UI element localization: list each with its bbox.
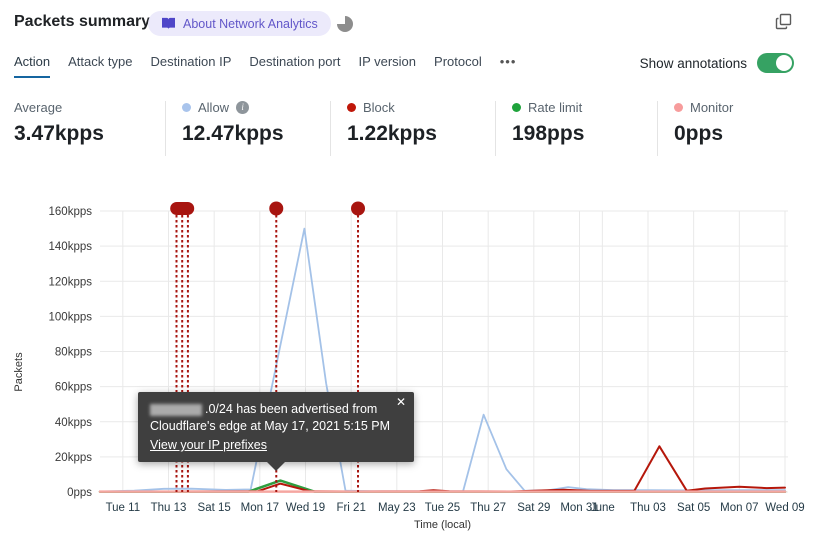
info-icon[interactable]: i — [236, 100, 250, 114]
legend-dot — [512, 102, 521, 112]
stat-separator — [657, 101, 658, 156]
x-tick-label: Wed 09 — [765, 502, 804, 514]
y-tick-label: 160kpps — [49, 206, 93, 218]
page-title: Packets summary — [14, 13, 151, 30]
legend-dot — [182, 102, 191, 112]
y-tick-label: 100kpps — [49, 311, 93, 323]
stats-row: Average 3.47kpps Allow i 12.47kpps Block 1.22k… — [0, 99, 816, 161]
show-annotations-toggle[interactable] — [757, 53, 794, 73]
legend-dot — [347, 102, 356, 112]
toggle-knob — [776, 55, 792, 71]
x-tick-label: Tue 11 — [106, 502, 141, 514]
packets-summary-page: Packets summary About Network Analytics … — [0, 0, 816, 545]
stat-separator — [330, 101, 331, 156]
y-tick-label: 80kpps — [55, 347, 92, 359]
x-tick-label: Sat 29 — [517, 502, 550, 514]
annotation-marker-dot[interactable] — [269, 201, 284, 216]
x-tick-label: June — [590, 502, 615, 514]
x-tick-label: Thu 13 — [151, 502, 187, 514]
x-tick-label: Fri 21 — [336, 502, 365, 514]
stat-average: Average 3.47kpps — [14, 99, 104, 146]
stat-label: Allow — [198, 99, 230, 115]
y-tick-label: 120kpps — [49, 276, 93, 288]
stat-separator — [165, 101, 166, 156]
y-tick-label: 20kpps — [55, 452, 92, 464]
tab-destination-ip[interactable]: Destination IP — [150, 54, 231, 76]
tab-protocol[interactable]: Protocol — [434, 54, 482, 76]
stat-value: 12.47kpps — [182, 122, 284, 145]
stat-separator — [495, 101, 496, 156]
stat-value: 198pps — [512, 122, 585, 145]
y-axis-title: Packets — [13, 352, 25, 392]
x-tick-label: Sat 15 — [198, 502, 231, 514]
stat-value: 3.47kpps — [14, 122, 104, 145]
tabs-more-button[interactable]: ••• — [500, 54, 517, 76]
x-tick-label: May 23 — [378, 502, 416, 514]
annotation-marker-pill[interactable] — [170, 202, 195, 215]
stat-rate-limit: Rate limit 198pps — [512, 99, 584, 146]
stat-value: 1.22kpps — [347, 122, 437, 145]
stat-label: Block — [363, 99, 395, 115]
stat-allow: Allow i 12.47kpps — [182, 99, 284, 146]
tab-bar: Action Attack type Destination IP Destinati… — [14, 54, 516, 78]
about-network-analytics-badge[interactable]: About Network Analytics — [148, 11, 331, 36]
tab-attack-type[interactable]: Attack type — [68, 54, 132, 76]
y-tick-label: 140kpps — [49, 241, 93, 253]
badge-label: About Network Analytics — [183, 16, 318, 31]
x-tick-label: Wed 19 — [286, 502, 325, 514]
stat-block: Block 1.22kpps — [347, 99, 437, 146]
y-tick-label: 40kpps — [55, 417, 92, 429]
x-tick-label: Tue 25 — [425, 502, 460, 514]
tab-ip-version[interactable]: IP version — [358, 54, 416, 76]
show-annotations-control: Show annotations — [640, 53, 794, 73]
tooltip-line2: Cloudflare's edge at May 17, 2021 5:15 P… — [150, 419, 391, 433]
annotation-tooltip: ✕ .0/24 has been advertised from Cloudfl… — [138, 392, 414, 471]
redacted-ip — [150, 403, 202, 416]
legend-dot — [674, 102, 683, 112]
x-tick-label: Thu 27 — [470, 502, 506, 514]
view-ip-prefixes-link[interactable]: View your IP prefixes — [150, 437, 267, 454]
x-tick-label: Sat 05 — [677, 502, 710, 514]
close-icon[interactable]: ✕ — [396, 396, 406, 408]
y-tick-label: 0pps — [67, 487, 92, 499]
tab-action[interactable]: Action — [14, 54, 51, 78]
x-tick-label: Thu 03 — [630, 502, 666, 514]
stat-label: Average — [14, 99, 63, 115]
x-tick-label: Mon 07 — [720, 502, 758, 514]
copy-icon[interactable] — [775, 13, 792, 30]
annotation-marker-dot[interactable] — [351, 201, 366, 216]
stat-monitor: Monitor 0pps — [674, 99, 733, 146]
x-tick-label: Mon 17 — [241, 502, 279, 514]
packets-chart: 0pps 20kpps 40kpps 60kpps 80kpps 100kpps 120kp… — [13, 201, 805, 531]
stat-value: 0pps — [674, 122, 724, 145]
show-annotations-label: Show annotations — [639, 55, 747, 71]
stat-label: Rate limit — [528, 99, 583, 115]
tooltip-arrow — [266, 461, 286, 471]
pie-chart-icon[interactable] — [337, 16, 353, 32]
tooltip-line1: .0/24 has been advertised from — [150, 401, 402, 418]
x-axis-title: Time (local) — [414, 519, 471, 531]
stat-label: Monitor — [690, 99, 734, 115]
tab-destination-port[interactable]: Destination port — [249, 54, 340, 76]
y-tick-label: 60kpps — [55, 382, 92, 394]
book-icon — [162, 17, 175, 30]
